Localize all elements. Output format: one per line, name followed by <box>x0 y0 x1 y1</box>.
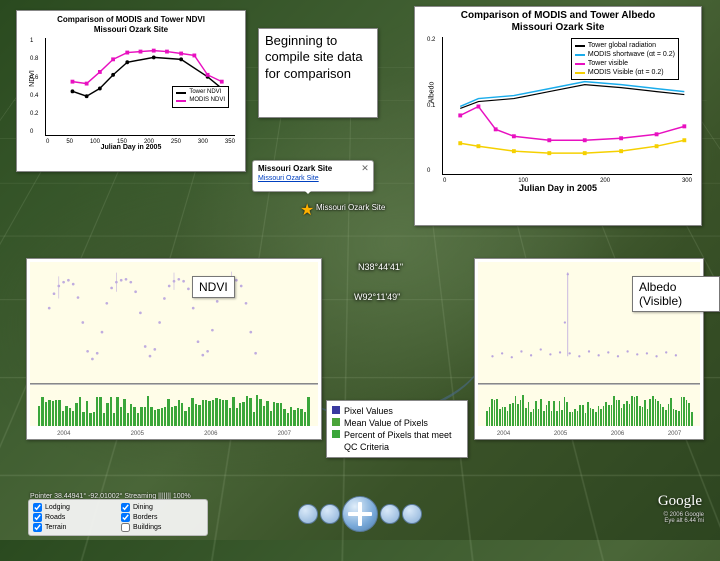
plot-area: Albedo 0.20.10 0100200300 <box>442 37 692 175</box>
nav-controls <box>298 496 422 532</box>
checkbox[interactable] <box>121 523 130 532</box>
plot-area <box>30 262 318 384</box>
chart-albedo-comparison: Comparison of MODIS and Tower AlbedoMiss… <box>414 6 702 226</box>
ge-toolbar: Pointer 38.44941° -92.01002° Streaming |… <box>0 478 720 540</box>
lon-label: W92°11'49" <box>354 292 400 302</box>
popup-link[interactable]: Missouri Ozark Site <box>258 175 319 182</box>
legend: Tower NDVI MODIS NDVI <box>172 86 229 108</box>
checkbox[interactable] <box>121 513 130 522</box>
legend-swatch <box>332 430 340 438</box>
layer-borders[interactable]: Borders <box>121 513 203 522</box>
placemark-popup: ✕ Missouri Ozark Site Missouri Ozark Sit… <box>252 160 374 192</box>
legend-swatch <box>332 418 340 426</box>
x-ticks: 2004200520062007 <box>475 431 703 437</box>
note-box: Beginning to compile site data for compa… <box>258 28 378 118</box>
x-ticks: 050100150200250300350 <box>46 139 235 145</box>
legend-swatch <box>332 406 340 414</box>
x-ticks: 2004200520062007 <box>27 431 321 437</box>
x-axis-label: Julian Day in 2005 <box>418 183 698 193</box>
nav-tilt-down-button[interactable] <box>298 504 318 524</box>
lat-label: N38°44'41" <box>358 262 403 272</box>
qc-strip <box>30 384 318 426</box>
footer-info: © 2006 Google Eye alt 6.44 mi <box>664 512 704 524</box>
x-axis-label: Julian Day in 2005 <box>21 144 241 151</box>
legend-label: Percent of Pixels that meet QC Criteria <box>344 429 462 453</box>
layer-lodging[interactable]: Lodging <box>33 503 115 512</box>
chart-ndvi-comparison: Comparison of MODIS and Tower NDVIMissou… <box>16 10 246 172</box>
x-ticks: 0100200300 <box>443 178 692 184</box>
layer-dining[interactable]: Dining <box>121 503 203 512</box>
nav-rotate-left-button[interactable] <box>320 504 340 524</box>
legend-label: Mean Value of Pixels <box>344 417 428 429</box>
chart-title: Comparison of MODIS and Tower AlbedoMiss… <box>418 10 698 34</box>
popup-title: Missouri Ozark Site <box>258 164 368 173</box>
chart-ndvi-timeseries: 2004200520062007 <box>26 258 322 440</box>
albedo-overlay-label: Albedo (Visible) <box>632 276 720 312</box>
placemark-label: Missouri Ozark Site <box>316 203 385 212</box>
legend-label: Pixel Values <box>344 405 393 417</box>
nav-pan-dpad[interactable] <box>342 496 378 532</box>
legend-pixel-values: Pixel Values Mean Value of Pixels Percen… <box>326 400 468 458</box>
layer-buildings[interactable]: Buildings <box>121 523 203 532</box>
nav-rotate-right-button[interactable] <box>380 504 400 524</box>
y-ticks: 0.20.10 <box>427 37 435 174</box>
layer-terrain[interactable]: Terrain <box>33 523 115 532</box>
plot-area: NDVI 10.80.60.40.20 05010015020025030035… <box>45 38 235 136</box>
placemark-star-icon[interactable]: ★ <box>300 200 314 220</box>
checkbox[interactable] <box>33 523 42 532</box>
layer-roads[interactable]: Roads <box>33 513 115 522</box>
qc-strip <box>478 384 700 426</box>
google-logo: Google <box>658 493 702 510</box>
chart-title: Comparison of MODIS and Tower NDVIMissou… <box>21 15 241 34</box>
nav-tilt-up-button[interactable] <box>402 504 422 524</box>
checkbox[interactable] <box>33 513 42 522</box>
checkbox[interactable] <box>121 503 130 512</box>
checkbox[interactable] <box>33 503 42 512</box>
y-ticks: 10.80.60.40.20 <box>30 38 38 135</box>
close-icon[interactable]: ✕ <box>360 163 370 173</box>
ndvi-overlay-label: NDVI <box>192 276 235 298</box>
layers-panel: Lodging Dining Roads Borders Terrain Bui… <box>28 499 208 536</box>
